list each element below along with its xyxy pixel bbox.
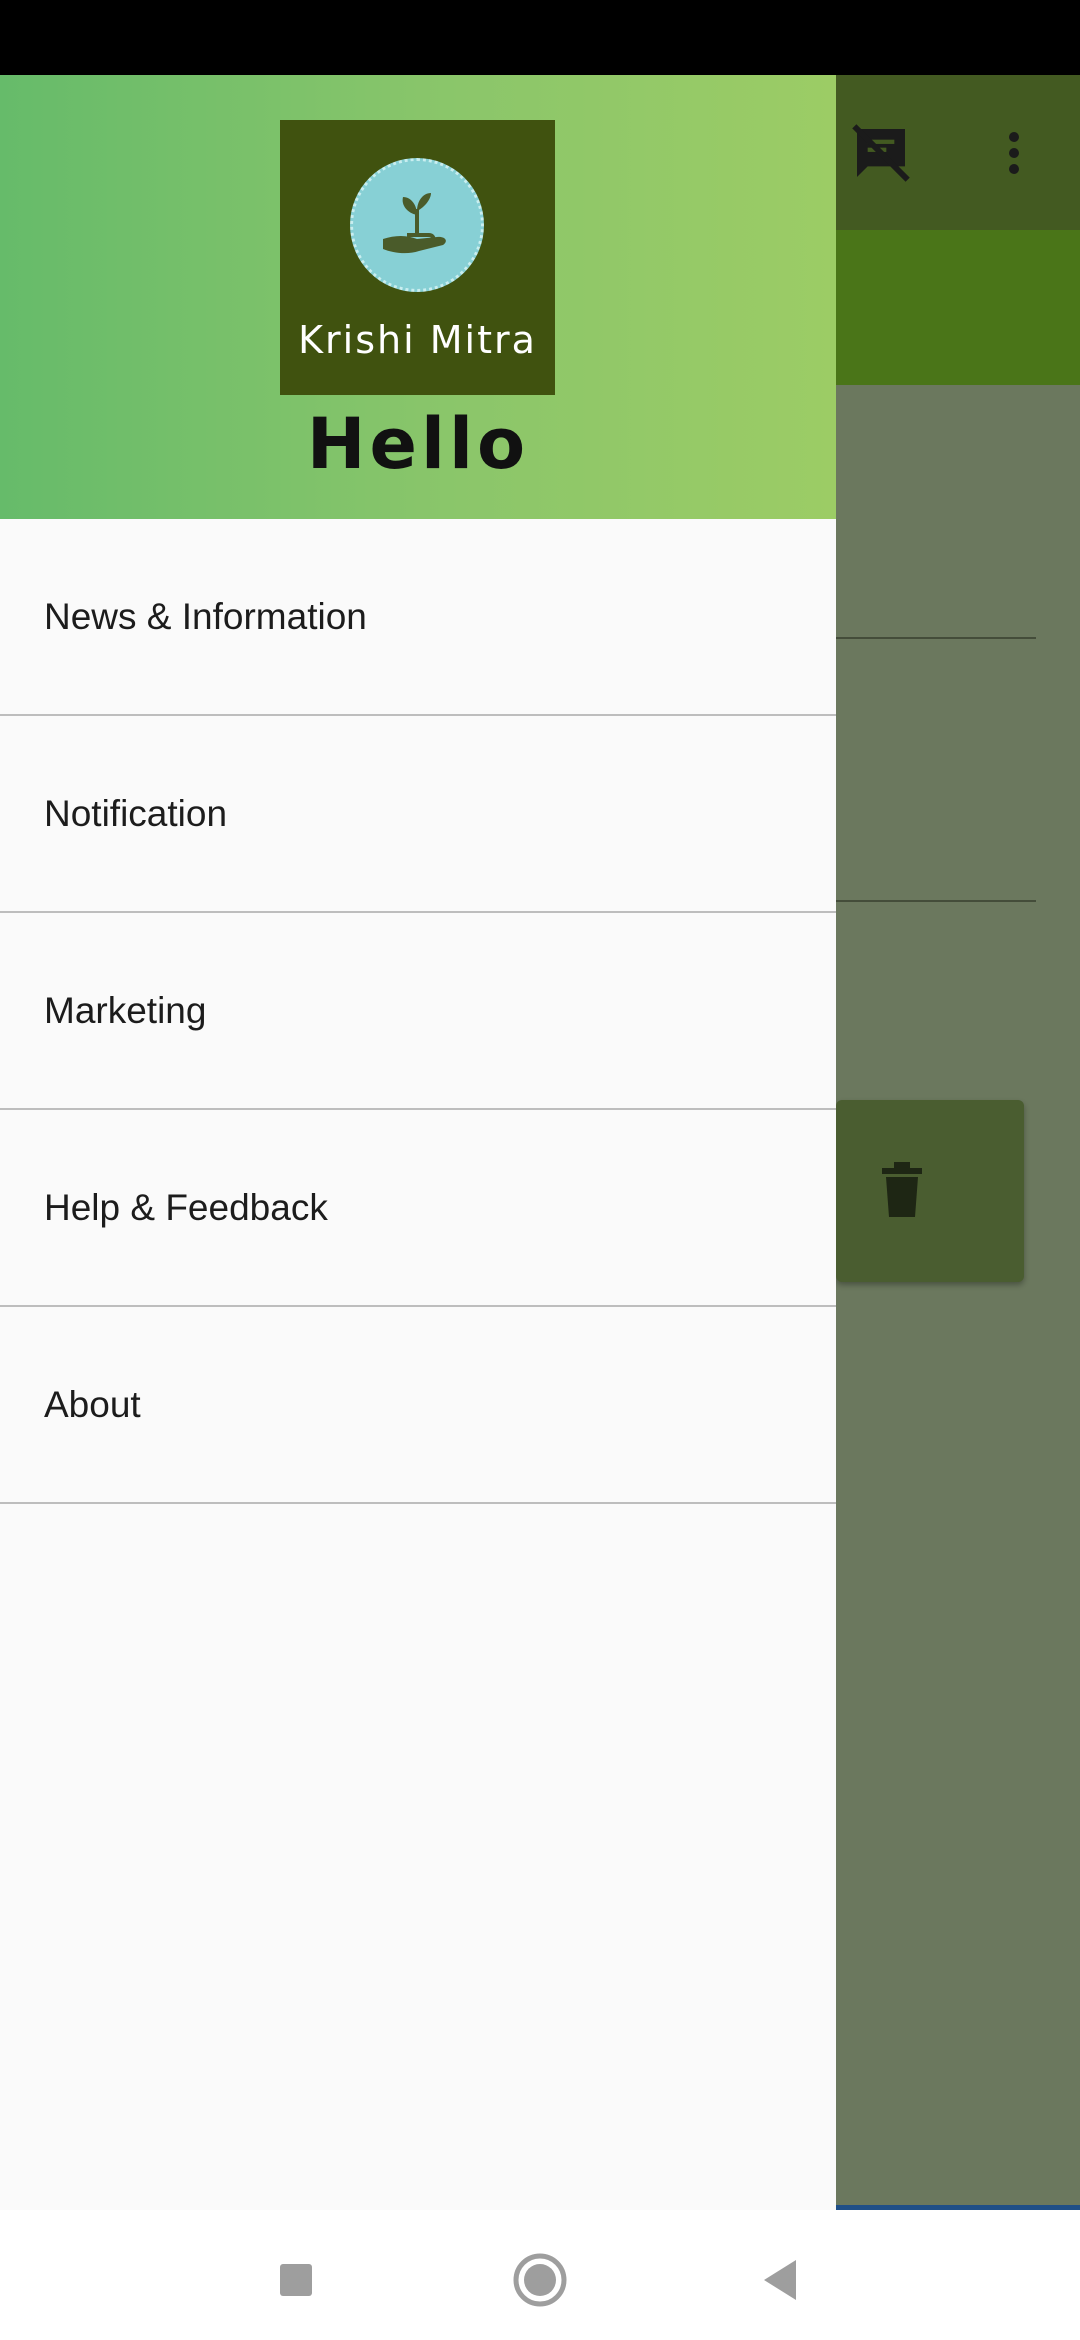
menu-item-label: News & Information [44, 595, 367, 637]
menu-item-notification[interactable]: Notification [0, 716, 836, 913]
menu-item-label: About [44, 1383, 141, 1425]
back-triangle-icon[interactable] [740, 2240, 820, 2320]
system-navigation-bar [0, 2210, 1080, 2340]
menu-item-about[interactable]: About [0, 1307, 836, 1504]
greeting-text: Hello [306, 403, 530, 485]
delete-icon[interactable] [878, 1162, 926, 1220]
menu-item-news-information[interactable]: News & Information [0, 519, 836, 716]
navigation-drawer: Krishi Mitra Hello News & Information No… [0, 75, 836, 2210]
divider [836, 900, 1036, 902]
app-logo: Krishi Mitra [280, 120, 555, 395]
menu-item-marketing[interactable]: Marketing [0, 913, 836, 1110]
plant-in-hand-icon [350, 158, 484, 292]
drawer-header: Krishi Mitra Hello [0, 75, 836, 519]
logo-text: Krishi Mitra [298, 318, 537, 362]
menu-item-label: Marketing [44, 989, 207, 1031]
divider [836, 637, 1036, 639]
menu-item-help-feedback[interactable]: Help & Feedback [0, 1110, 836, 1307]
menu-item-label: Help & Feedback [44, 1186, 328, 1228]
recents-square-icon[interactable] [256, 2240, 336, 2320]
content-card [836, 1100, 1024, 1282]
speaker-notes-off-icon[interactable] [845, 117, 917, 189]
more-vert-icon[interactable] [990, 117, 1038, 189]
status-bar [0, 0, 1080, 75]
home-circle-icon[interactable] [500, 2240, 580, 2320]
drawer-menu: News & Information Notification Marketin… [0, 519, 836, 1504]
menu-item-label: Notification [44, 792, 228, 834]
